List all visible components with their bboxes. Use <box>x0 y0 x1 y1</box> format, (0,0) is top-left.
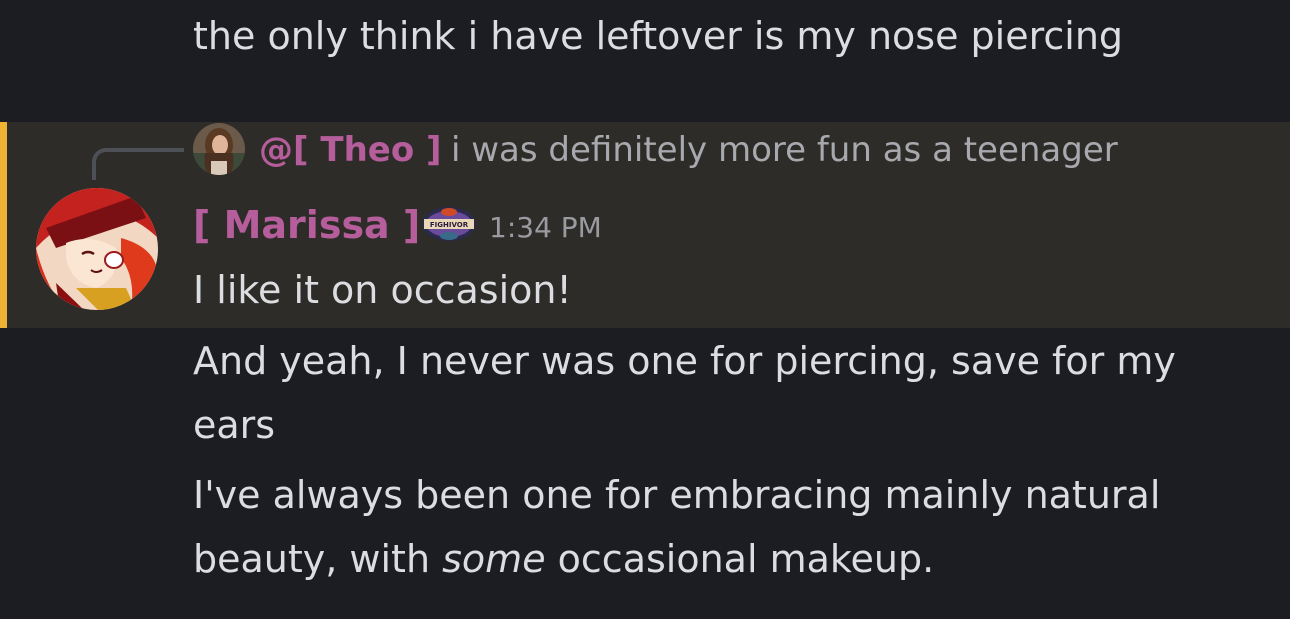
anime-avatar-icon <box>36 188 158 310</box>
italic-emphasis: some <box>442 537 546 581</box>
author-avatar[interactable] <box>36 188 158 310</box>
message-timestamp[interactable]: 1:34 PM <box>489 206 602 250</box>
user-avatar-photo-icon <box>193 123 245 175</box>
message-text: beauty, with some occasional makeup. <box>193 527 934 591</box>
message-text-segment: beauty, with <box>193 537 443 581</box>
message-text: And yeah, I never was one for piercing, … <box>193 339 1176 383</box>
reply-preview-text[interactable]: i was definitely more fun as a teenager <box>451 127 1118 173</box>
message-text-segment: occasional makeup. <box>545 537 935 581</box>
message-text: ears <box>193 403 276 447</box>
message-text: I like it on occasion! <box>193 268 572 312</box>
survivor-logo-icon: FIGHIVOR <box>422 207 476 241</box>
reply-author-avatar[interactable] <box>193 123 245 175</box>
mention-highlight-bar <box>0 122 7 328</box>
message-text: the only think i have leftover is my nos… <box>193 14 1124 58</box>
reply-connector-line <box>92 148 184 180</box>
role-badge-text: FIGHIVOR <box>430 221 469 229</box>
author-username[interactable]: [ Marissa ] <box>193 198 420 252</box>
role-badge[interactable]: FIGHIVOR <box>420 205 478 243</box>
message-text: I've always been one for embracing mainl… <box>193 473 1161 517</box>
reply-author-name[interactable]: @[ Theo ] <box>259 127 442 173</box>
